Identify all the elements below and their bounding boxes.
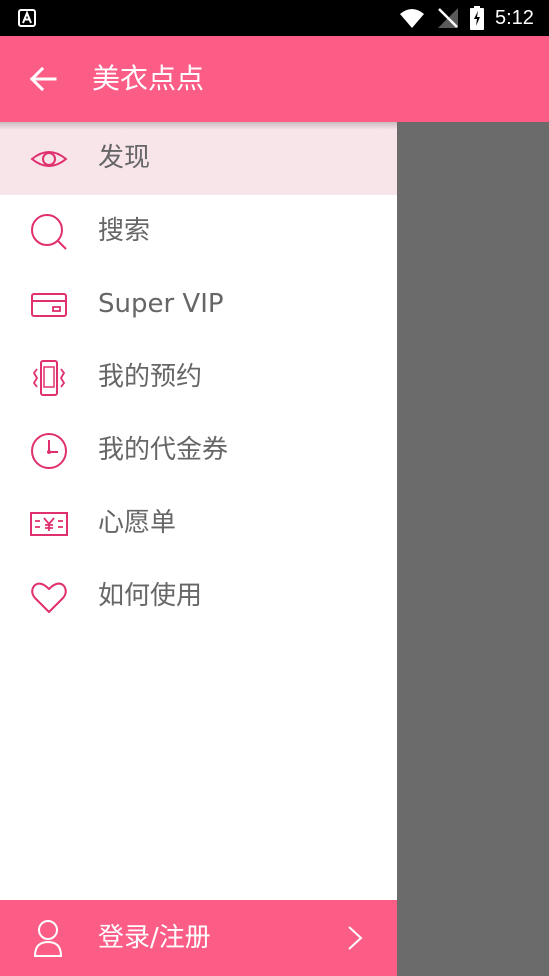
app-bar: 美衣点点 [0, 36, 549, 122]
login-register-button[interactable]: 登录/注册 [0, 900, 397, 976]
arrow-left-icon[interactable] [28, 64, 58, 94]
eye-icon [30, 151, 68, 167]
menu-item-label: 心愿单 [98, 508, 177, 538]
wifi-icon [400, 9, 424, 28]
menu-item-super-vip[interactable]: Super VIP [0, 268, 397, 341]
menu-item-wishlist[interactable]: 心愿单 [0, 487, 397, 560]
login-register-label: 登录/注册 [98, 923, 211, 953]
battery-charging-icon [470, 6, 484, 30]
app-title: 美衣点点 [92, 62, 205, 95]
drawer-scrim[interactable] [397, 122, 549, 976]
menu-item-my-vouchers[interactable]: 我的代金券 [0, 414, 397, 487]
status-time: 5:12 [495, 7, 534, 29]
menu-item-my-appointments[interactable]: 我的预约 [0, 341, 397, 414]
user-icon [33, 920, 63, 957]
menu-item-discover[interactable]: 发现 [0, 122, 397, 195]
menu-item-how-to-use[interactable]: 如何使用 [0, 560, 397, 633]
phone-vibrate-icon [32, 360, 66, 396]
card-icon [31, 293, 67, 317]
menu-item-search[interactable]: 搜索 [0, 195, 397, 268]
drawer-menu: 发现 搜索 Super VIP 我的预约 我的代金券 心愿单 如何使用 [0, 122, 397, 633]
notification-a-icon [18, 9, 36, 27]
menu-item-label: Super VIP [98, 289, 224, 319]
heart-icon [31, 582, 67, 613]
signal-off-icon [438, 8, 458, 28]
clock-icon [31, 433, 67, 469]
menu-item-label: 我的代金券 [98, 435, 229, 465]
menu-item-label: 发现 [98, 143, 151, 173]
menu-item-label: 如何使用 [98, 581, 203, 611]
search-icon [31, 214, 67, 250]
chevron-right-icon [348, 926, 363, 950]
menu-item-label: 搜索 [98, 216, 151, 246]
yen-ticket-icon [30, 512, 68, 536]
navigation-drawer: 发现 搜索 Super VIP 我的预约 我的代金券 心愿单 如何使用 [0, 122, 397, 976]
app-bar-shadow [0, 122, 397, 130]
menu-item-label: 我的预约 [98, 362, 203, 392]
status-bar: 5:12 [0, 0, 549, 36]
